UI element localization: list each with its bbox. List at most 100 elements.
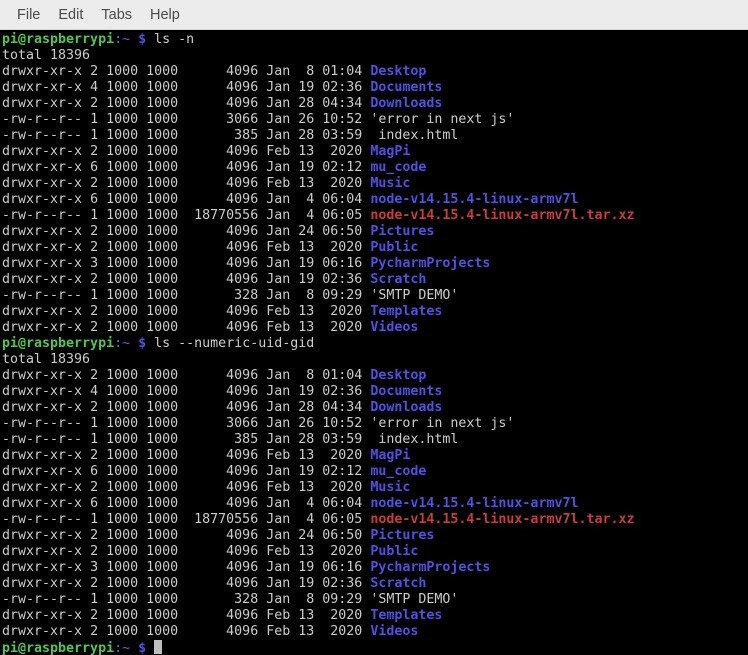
command-line: pi@raspberrypi:~ $ ls -n <box>2 32 748 48</box>
file-row: drwxr-xr-x 6 1000 1000 4096 Jan 4 06:04 … <box>2 496 748 512</box>
file-name: Desktop <box>370 368 427 383</box>
file-group-gid: 1000 <box>138 512 179 527</box>
file-link-count: 2 <box>82 320 99 335</box>
prompt-space-2 <box>146 336 154 351</box>
file-owner-uid: 1000 <box>98 192 139 207</box>
file-size: 4096 <box>178 400 259 415</box>
command-text: ls --numeric-uid-gid <box>154 336 315 351</box>
command-text: ls -n <box>154 32 195 47</box>
file-day: 13 <box>290 144 315 159</box>
file-month: Feb <box>258 624 291 639</box>
file-name: mu_code <box>370 464 427 479</box>
file-group-gid: 1000 <box>138 64 179 79</box>
file-permissions: drwxr-xr-x <box>2 80 83 95</box>
file-day: 28 <box>290 128 315 143</box>
file-owner-uid: 1000 <box>98 384 139 399</box>
file-time: 10:52 <box>314 112 363 127</box>
file-time: 04:34 <box>314 96 363 111</box>
file-link-count: 1 <box>82 512 99 527</box>
command-line: pi@raspberrypi:~ $ ls --numeric-uid-gid <box>2 336 748 352</box>
menu-tabs[interactable]: Tabs <box>92 4 141 26</box>
file-size: 4096 <box>178 496 259 511</box>
file-day: 19 <box>290 560 315 575</box>
file-link-count: 2 <box>82 400 99 415</box>
file-name: index.html <box>370 432 459 447</box>
file-owner-uid: 1000 <box>98 240 139 255</box>
file-owner-uid: 1000 <box>98 512 139 527</box>
file-time: 04:34 <box>314 400 363 415</box>
file-month: Jan <box>258 560 291 575</box>
file-row: drwxr-xr-x 2 1000 1000 4096 Jan 19 02:36… <box>2 272 748 288</box>
file-owner-uid: 1000 <box>98 576 139 591</box>
file-size: 4096 <box>178 624 259 639</box>
file-month: Feb <box>258 480 291 495</box>
file-name: 'SMTP DEMO' <box>370 288 459 303</box>
file-time: 02:12 <box>314 464 363 479</box>
file-row: drwxr-xr-x 2 1000 1000 4096 Feb 13 2020 … <box>2 448 748 464</box>
menu-file[interactable]: File <box>8 4 49 26</box>
file-size: 4096 <box>178 320 259 335</box>
file-month: Jan <box>258 112 291 127</box>
file-group-gid: 1000 <box>138 576 179 591</box>
file-row: drwxr-xr-x 6 1000 1000 4096 Jan 4 06:04 … <box>2 192 748 208</box>
prompt-path: :~ <box>114 336 131 351</box>
file-row: drwxr-xr-x 2 1000 1000 4096 Jan 8 01:04 … <box>2 368 748 384</box>
final-prompt-line: pi@raspberrypi:~ $ <box>2 640 748 655</box>
file-size: 4096 <box>178 224 259 239</box>
menu-edit[interactable]: Edit <box>49 4 92 26</box>
prompt-user-host: pi@raspberrypi <box>2 641 115 655</box>
file-name: 'SMTP DEMO' <box>370 592 459 607</box>
file-link-count: 2 <box>82 608 99 623</box>
menu-bar: File Edit Tabs Help <box>0 0 748 30</box>
file-group-gid: 1000 <box>138 320 179 335</box>
file-permissions: -rw-r--r-- <box>2 112 83 127</box>
file-owner-uid: 1000 <box>98 416 139 431</box>
menu-help[interactable]: Help <box>141 4 189 26</box>
file-link-count: 2 <box>82 96 99 111</box>
file-group-gid: 1000 <box>138 416 179 431</box>
file-link-count: 2 <box>82 64 99 79</box>
file-size: 4096 <box>178 160 259 175</box>
file-group-gid: 1000 <box>138 128 179 143</box>
file-time: 06:05 <box>314 208 363 223</box>
terminal-screen[interactable]: pi@raspberrypi:~ $ ls -n total 18396 drwxr… <box>0 30 748 655</box>
file-day: 4 <box>290 208 315 223</box>
file-row: drwxr-xr-x 2 1000 1000 4096 Feb 13 2020 … <box>2 320 748 336</box>
file-permissions: drwxr-xr-x <box>2 448 83 463</box>
prompt-path: :~ <box>114 641 131 655</box>
prompt-space-2 <box>146 32 154 47</box>
file-group-gid: 1000 <box>138 272 179 287</box>
file-month: Feb <box>258 240 291 255</box>
file-month: Jan <box>258 496 291 511</box>
file-link-count: 3 <box>82 560 99 575</box>
file-size: 4096 <box>178 256 259 271</box>
file-day: 19 <box>290 464 315 479</box>
file-time: 02:36 <box>314 576 363 591</box>
file-row: drwxr-xr-x 2 1000 1000 4096 Feb 13 2020 … <box>2 544 748 560</box>
file-day: 19 <box>290 80 315 95</box>
file-group-gid: 1000 <box>138 608 179 623</box>
prompt-dollar: $ <box>138 641 147 655</box>
file-group-gid: 1000 <box>138 208 179 223</box>
file-size: 4096 <box>178 560 259 575</box>
file-owner-uid: 1000 <box>98 448 139 463</box>
file-month: Jan <box>258 256 291 271</box>
file-link-count: 1 <box>82 592 99 607</box>
file-group-gid: 1000 <box>138 432 179 447</box>
file-day: 13 <box>290 304 315 319</box>
file-row: -rw-r--r-- 1 1000 1000 3066 Jan 26 10:52… <box>2 112 748 128</box>
file-link-count: 6 <box>82 496 99 511</box>
file-day: 28 <box>290 96 315 111</box>
file-name: index.html <box>370 128 459 143</box>
file-time: 10:52 <box>314 416 363 431</box>
file-link-count: 6 <box>82 464 99 479</box>
prompt-user-host: pi@raspberrypi <box>2 336 115 351</box>
file-name: 'error in next js' <box>370 416 515 431</box>
file-name: node-v14.15.4-linux-armv7l <box>370 496 579 511</box>
file-day: 13 <box>290 240 315 255</box>
file-row: drwxr-xr-x 2 1000 1000 4096 Feb 13 2020 … <box>2 480 748 496</box>
file-time: 06:16 <box>314 256 363 271</box>
file-owner-uid: 1000 <box>98 304 139 319</box>
file-row: drwxr-xr-x 2 1000 1000 4096 Feb 13 2020 … <box>2 176 748 192</box>
file-owner-uid: 1000 <box>98 368 139 383</box>
